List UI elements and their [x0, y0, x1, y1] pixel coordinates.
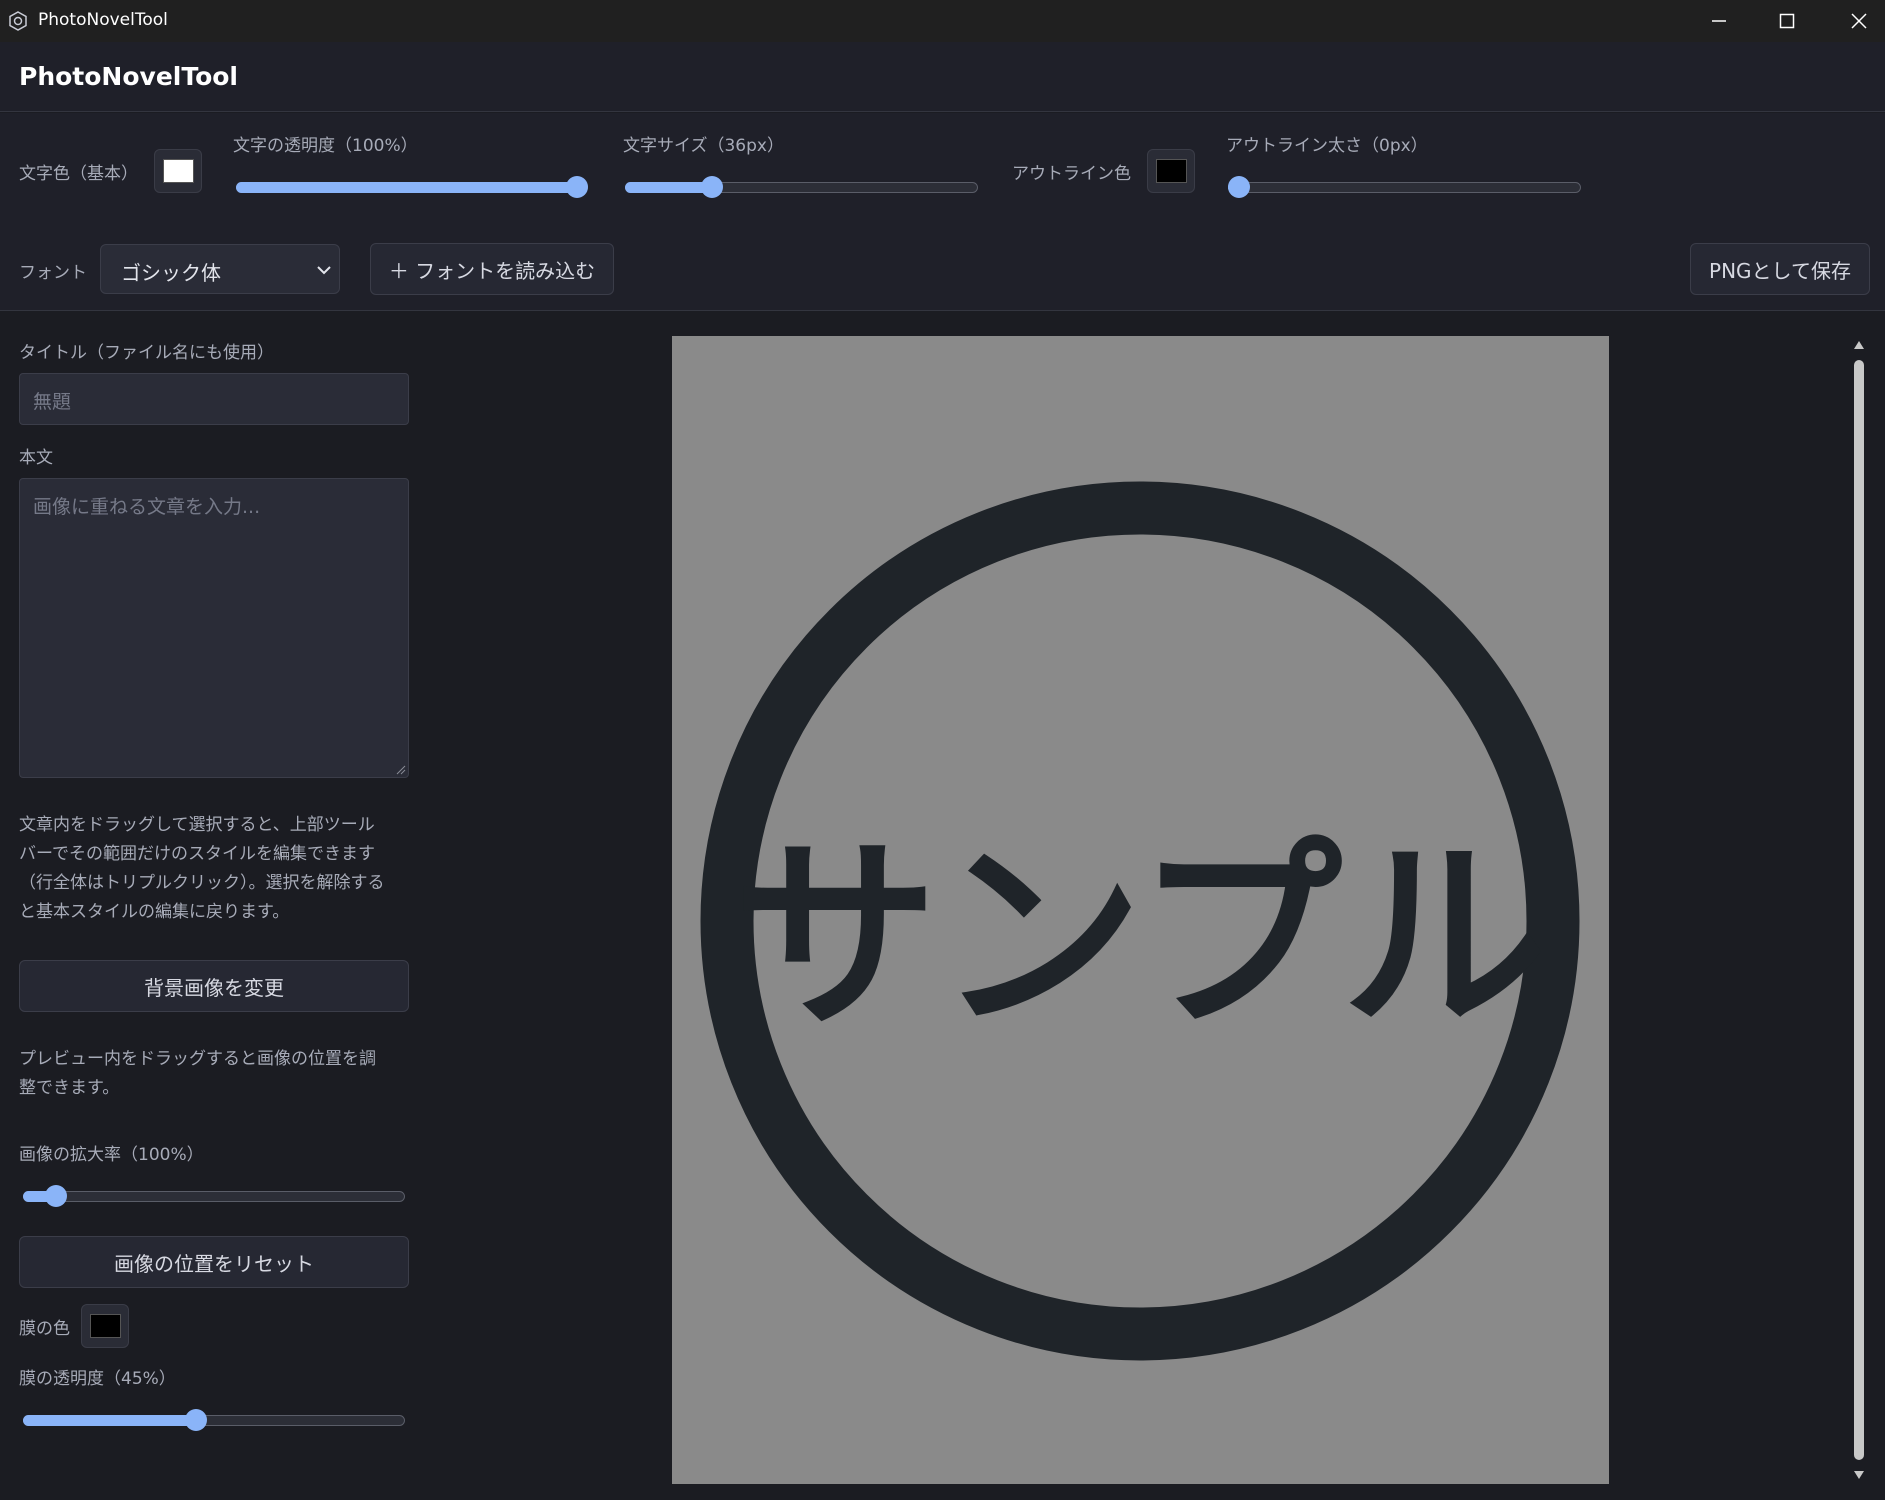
film-color-picker[interactable]: [81, 1304, 129, 1348]
title-placeholder: 無題: [33, 391, 72, 413]
text-size-label: 文字サイズ（36px）: [623, 136, 784, 156]
zoom-label: 画像の拡大率（100%）: [19, 1145, 204, 1165]
film-color-swatch: [90, 1314, 121, 1338]
preview-canvas[interactable]: サンプル: [672, 336, 1609, 1484]
text-color-label: 文字色（基本）: [19, 164, 138, 184]
slider-thumb[interactable]: [44, 1185, 67, 1207]
window-title: PhotoNovelTool: [38, 10, 168, 30]
scrollbar-thumb[interactable]: [1854, 360, 1864, 1460]
slider-fill: [236, 182, 577, 193]
load-font-button[interactable]: ＋ フォントを読み込む: [370, 243, 614, 295]
slider-thumb[interactable]: [1228, 176, 1250, 198]
text-opacity-label: 文字の透明度（100%）: [233, 136, 418, 156]
title-label: タイトル（ファイル名にも使用）: [19, 343, 274, 363]
slider-track: [23, 1191, 405, 1202]
help-line: （行全体はトリプルクリック）。選択を解除する: [19, 873, 385, 893]
text-size-slider[interactable]: [625, 175, 978, 199]
help-line: 文章内をドラッグして選択すると、上部ツール: [19, 815, 375, 835]
app-title: PhotoNovelTool: [19, 62, 238, 91]
font-label: フォント: [19, 263, 87, 283]
body-textarea[interactable]: 画像に重ねる文章を入力...: [19, 478, 409, 778]
help-line: プレビュー内をドラッグすると画像の位置を調: [19, 1049, 376, 1069]
font-select-value: ゴシック体: [121, 261, 221, 285]
drag-help-text: プレビュー内をドラッグすると画像の位置を調 整できます。: [19, 1045, 419, 1103]
selection-help-text: 文章内をドラッグして選択すると、上部ツール バーでその範囲だけのスタイルを編集で…: [19, 811, 419, 927]
save-png-button[interactable]: PNGとして保存: [1690, 243, 1870, 295]
body-placeholder: 画像に重ねる文章を入力...: [33, 496, 261, 518]
outline-color-picker[interactable]: [1147, 149, 1195, 193]
film-color-label: 膜の色: [19, 1319, 70, 1339]
help-line: 整できます。: [19, 1078, 120, 1098]
outline-width-label: アウトライン太さ（0px）: [1226, 136, 1428, 156]
scroll-down-icon[interactable]: [1853, 1470, 1865, 1480]
text-color-swatch: [163, 159, 194, 183]
slider-thumb[interactable]: [701, 176, 724, 198]
sample-image: サンプル: [700, 481, 1580, 1361]
help-line: バーでその範囲だけのスタイルを編集できます: [19, 844, 375, 864]
slider-track: [1228, 182, 1581, 193]
chevron-down-icon: [317, 266, 331, 275]
resize-grip-icon[interactable]: [396, 765, 406, 775]
minimize-button[interactable]: [1684, 0, 1754, 42]
film-opacity-label: 膜の透明度（45%）: [19, 1369, 176, 1389]
minimize-icon: [1712, 20, 1726, 22]
app-icon: [9, 11, 27, 31]
slider-fill: [23, 1415, 196, 1426]
title-input[interactable]: 無題: [19, 373, 409, 425]
slider-thumb[interactable]: [185, 1409, 207, 1431]
change-background-button[interactable]: 背景画像を変更: [19, 960, 409, 1012]
preview-scrollbar[interactable]: [1849, 336, 1869, 1484]
app-header: PhotoNovelTool: [0, 42, 1885, 112]
window-titlebar: PhotoNovelTool: [0, 0, 1885, 42]
reset-position-button[interactable]: 画像の位置をリセット: [19, 1236, 409, 1288]
help-line: と基本スタイルの編集に戻ります。: [19, 902, 290, 922]
text-color-picker[interactable]: [154, 149, 202, 193]
outline-color-label: アウトライン色: [1012, 164, 1131, 184]
slider-fill: [625, 182, 713, 193]
text-opacity-slider[interactable]: [236, 175, 588, 199]
font-select[interactable]: ゴシック体: [100, 244, 340, 294]
outline-color-swatch: [1156, 159, 1187, 183]
slider-thumb[interactable]: [566, 176, 588, 198]
film-opacity-slider[interactable]: [23, 1408, 405, 1432]
body-label: 本文: [19, 448, 53, 468]
close-button[interactable]: [1824, 0, 1885, 42]
style-toolbar: 文字色（基本） 文字の透明度（100%） 文字サイズ（36px） アウトライン色…: [0, 113, 1885, 311]
scroll-up-icon[interactable]: [1853, 340, 1865, 350]
zoom-slider[interactable]: [23, 1184, 405, 1208]
close-icon: [1851, 13, 1867, 29]
outline-width-slider[interactable]: [1228, 175, 1581, 199]
sample-image-text: サンプル: [733, 819, 1547, 1057]
maximize-icon: [1779, 13, 1795, 29]
maximize-button[interactable]: [1752, 0, 1822, 42]
